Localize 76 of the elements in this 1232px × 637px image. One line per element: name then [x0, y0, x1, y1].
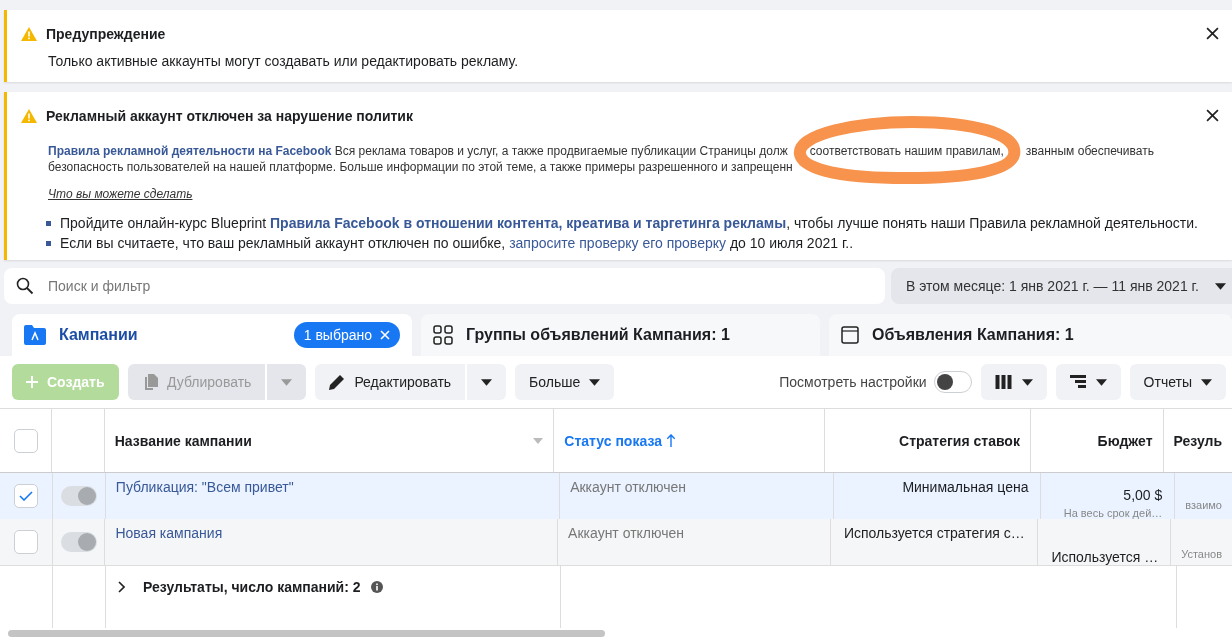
grid-icon [433, 325, 453, 345]
column-header[interactable]: Название кампании [114, 432, 252, 449]
policy-text: званным обеспечивать [1025, 143, 1154, 159]
caret-icon [1095, 378, 1107, 386]
warning-icon [21, 26, 37, 41]
campaign-switch[interactable] [60, 532, 97, 552]
caret-icon [281, 378, 293, 386]
result-note: взаимо [1185, 499, 1222, 511]
more-button[interactable]: Больше [515, 364, 615, 400]
columns-icon [994, 375, 1012, 389]
column-header[interactable]: Резуль [1173, 432, 1222, 449]
policy-text: безопасность пользователей на нашей платформе. Больше информации по этой теме, а также примеры разрешенного и запрещенн [48, 159, 793, 175]
campaign-switch[interactable] [60, 486, 97, 506]
budget-value: 5,00 $ [1123, 487, 1163, 503]
expand-icon[interactable] [118, 581, 125, 593]
caret-icon [1201, 378, 1212, 386]
pencil-icon [329, 374, 346, 390]
reports-button[interactable]: Отчеты [1129, 364, 1226, 400]
budget-note: На весь срок дей… [1063, 507, 1163, 519]
column-header[interactable]: Статус показа [564, 432, 662, 449]
tab[interactable]: Кампании 1 выбрано [12, 314, 412, 356]
tab-label: Кампании [59, 326, 138, 344]
tab-label: Группы объявлений Кампания: 1 [466, 326, 730, 344]
bullet-text: Если вы считаете, что ваш рекламный аккаунт отключен по ошибке, запросите проверку его проверку до 10 июля 2021 г.. [60, 234, 854, 253]
info-icon [370, 581, 383, 593]
bid-strategy: Минимальная цена [902, 479, 1029, 495]
policy-text: Правила рекламной деятельности на Facebook Вся реклама товаров и услуг, а также продвигаемые публикации Страницы долж [48, 143, 788, 159]
tab[interactable]: Объявления Кампания: 1 [829, 314, 1232, 356]
status-text: Аккаунт отключен [570, 479, 687, 495]
columns-button[interactable] [980, 364, 1047, 400]
campaign-link[interactable]: Публикация: "Всем привет" [115, 479, 294, 495]
tab[interactable]: Группы объявлений Кампания: 1 [421, 314, 820, 356]
dropdown-button[interactable] [467, 364, 507, 400]
alert-title: Предупреждение [46, 25, 166, 42]
column-header[interactable]: Бюджет [1097, 432, 1153, 449]
toggle-label: Посмотреть настройки [779, 374, 927, 390]
policy-link[interactable]: Правила рекламной деятельности на Facebook [48, 144, 332, 158]
search-field[interactable]: Поиск и фильтр [4, 268, 885, 304]
bid-strategy: Используется стратегия с… [843, 525, 1025, 541]
tab-label: Объявления Кампания: 1 [872, 326, 1074, 344]
checkmark-icon [18, 491, 33, 501]
help-link[interactable]: запросите проверку его проверку [509, 235, 726, 251]
policy-text: соответствовать нашим правилам, [809, 144, 1004, 158]
plus-icon [26, 376, 38, 388]
checkbox[interactable] [13, 484, 38, 508]
checkbox[interactable] [13, 428, 38, 453]
date-range-button[interactable]: В этом месяце: 1 янв 2021 г. — 11 янв 2021 г. [891, 268, 1232, 304]
caret-icon [589, 378, 601, 386]
scrollbar-thumb[interactable] [8, 630, 605, 637]
copy-icon [142, 374, 158, 390]
checkbox[interactable] [13, 530, 38, 554]
alert-title: Рекламный аккаунт отключен за нарушение политик [46, 107, 413, 124]
warning-icon [21, 108, 37, 123]
caret-icon [1021, 378, 1033, 386]
section-subheading: Что вы можете сделать [48, 187, 194, 201]
view-settings-switch[interactable] [933, 371, 972, 393]
alert-text: Только активные аккаунты могут создавать или редактировать рекламу. [48, 53, 520, 69]
breakdown-button[interactable] [1055, 364, 1121, 400]
caret-icon [481, 378, 493, 386]
budget-value: Используется … [1051, 549, 1159, 565]
window-icon [841, 326, 859, 344]
breakdown-icon [1069, 375, 1086, 389]
sort-arrow-icon [665, 434, 676, 447]
result-note: Установ [1181, 548, 1222, 560]
edit-button[interactable]: Редактировать [315, 364, 466, 400]
caret-icon [1214, 282, 1226, 290]
bullet-marker [46, 220, 51, 226]
bullet-marker [46, 240, 51, 246]
status-text: Аккаунт отключен [568, 525, 684, 541]
summary-text: Результаты, число кампаний: 2 [143, 579, 361, 595]
selection-badge[interactable]: 1 выбрано [293, 322, 400, 348]
campaign-link[interactable]: Новая кампания [115, 525, 223, 541]
folder-icon [24, 325, 46, 345]
column-header[interactable]: Стратегия ставок [899, 432, 1020, 449]
close-icon[interactable] [380, 330, 390, 340]
bullet-text: Пройдите онлайн-курс Blueprint Правила Facebook в отношении контента, креатива и таргетинга рекламы, чтобы лучше понять наши Правила рекламной деятельности. [60, 214, 1198, 233]
